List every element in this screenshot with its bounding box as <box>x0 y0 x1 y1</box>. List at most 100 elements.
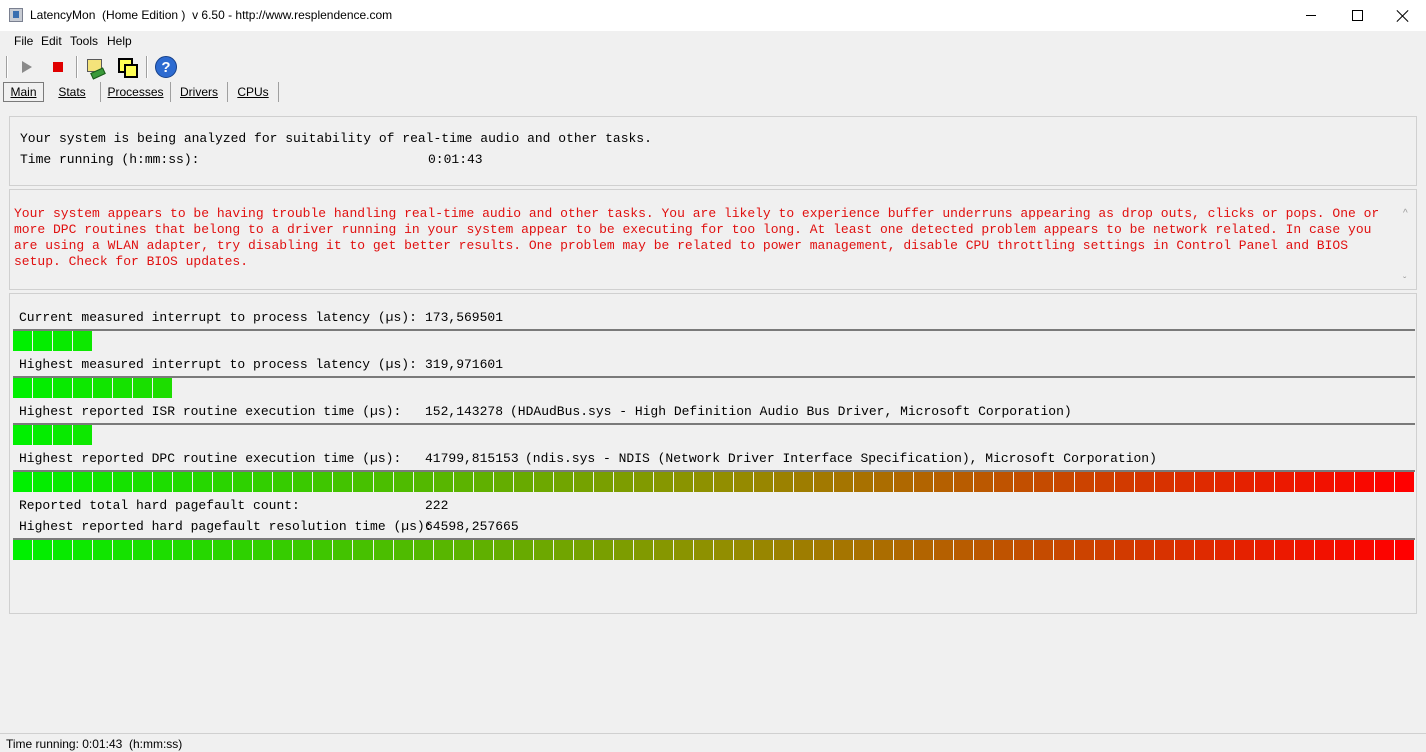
meter-segment <box>1215 540 1234 560</box>
tab-drivers[interactable]: Drivers <box>171 82 228 102</box>
meter-segment <box>1275 540 1294 560</box>
meter-segment <box>494 472 513 492</box>
meter-segment <box>93 378 112 398</box>
stop-button[interactable] <box>45 54 71 80</box>
meter-segment <box>894 540 913 560</box>
meter-segment <box>53 331 72 351</box>
status-bar-text: Time running: 0:01:43 (h:mm:ss) <box>6 737 183 751</box>
meter-segment <box>1054 472 1074 492</box>
metric-detail: (HDAudBus.sys - High Definition Audio Bu… <box>510 404 1072 419</box>
metric-label: Highest reported ISR routine execution t… <box>19 404 402 419</box>
menu-help[interactable]: Help <box>107 34 132 48</box>
meter-segment <box>1175 472 1194 492</box>
meter-segment <box>674 472 693 492</box>
time-running-label: Time running (h:mm:ss): <box>20 152 200 167</box>
meter-segment <box>1255 472 1274 492</box>
toolbar-separator <box>76 56 78 78</box>
meter-segment <box>73 331 92 351</box>
analyzing-message: Your system is being analyzed for suitab… <box>20 131 652 146</box>
menu-tools[interactable]: Tools <box>70 34 98 48</box>
toolbar-separator <box>146 56 148 78</box>
pagefault-count-value: 222 <box>425 498 449 513</box>
tab-cpus[interactable]: CPUs <box>228 82 279 102</box>
scroll-up-arrow[interactable]: ^ <box>1403 208 1413 219</box>
meter-segment <box>1014 472 1033 492</box>
maximize-button[interactable] <box>1334 0 1380 31</box>
meter-segment <box>13 331 32 351</box>
meter-segment <box>133 472 152 492</box>
meter-segment <box>634 540 653 560</box>
meter-segment <box>834 540 853 560</box>
meter-segment <box>554 540 573 560</box>
meter-graphic <box>13 425 92 445</box>
meter-segment <box>774 472 793 492</box>
tab-main[interactable]: Main <box>3 82 44 102</box>
meter-segment <box>193 472 212 492</box>
meter-segment <box>13 540 32 560</box>
metric-label: Current measured interrupt to process la… <box>19 310 417 325</box>
close-button[interactable] <box>1380 0 1426 31</box>
warning-message: Your system appears to be having trouble… <box>14 206 1380 269</box>
warning-panel[interactable]: Your system appears to be having trouble… <box>9 189 1417 290</box>
meter-segment <box>574 472 593 492</box>
latency-meter <box>13 329 1415 351</box>
pagefault-time-value: 64598,257665 <box>425 519 519 534</box>
meter-segment <box>594 540 613 560</box>
meter-segment <box>674 540 693 560</box>
meter-segment <box>1355 540 1374 560</box>
metric-value: 152,143278 <box>425 404 504 419</box>
meter-segment <box>514 540 533 560</box>
meter-segment <box>13 378 32 398</box>
meter-segment <box>133 378 152 398</box>
meter-segment <box>1295 540 1314 560</box>
meter-graphic <box>13 378 172 398</box>
meter-segment <box>994 472 1013 492</box>
scroll-down-arrow[interactable]: ˇ <box>1403 276 1413 287</box>
meter-segment <box>614 540 633 560</box>
meter-segment <box>93 540 112 560</box>
meter-segment <box>113 378 132 398</box>
meter-segment <box>1115 472 1134 492</box>
menu-file[interactable]: File <box>14 34 33 48</box>
meter-segment <box>333 472 352 492</box>
menu-bar: File Edit Tools Help <box>0 31 1426 51</box>
latency-meter <box>13 470 1415 492</box>
minimize-button[interactable] <box>1288 0 1334 31</box>
meter-segment <box>273 540 292 560</box>
meter-segment <box>1195 540 1214 560</box>
tab-strip: Main Stats Processes Drivers CPUs <box>0 82 1426 102</box>
meter-segment <box>1034 472 1053 492</box>
meter-segment <box>193 540 212 560</box>
meter-segment <box>694 472 713 492</box>
meter-segment <box>814 540 833 560</box>
latency-meter <box>13 376 1415 398</box>
windows-button[interactable] <box>114 54 140 80</box>
meter-segment <box>253 472 272 492</box>
menu-edit[interactable]: Edit <box>41 34 62 48</box>
metric-label: Highest reported DPC routine execution t… <box>19 451 402 466</box>
meter-segment <box>454 540 473 560</box>
latencymon-app-icon[interactable] <box>9 8 23 22</box>
meter-segment <box>994 540 1013 560</box>
meter-segment <box>213 472 232 492</box>
tab-processes[interactable]: Processes <box>101 82 171 102</box>
window-title: LatencyMon (Home Edition ) v 6.50 - http… <box>30 8 393 22</box>
meter-segment <box>1335 540 1354 560</box>
meter-segment <box>854 472 873 492</box>
help-button[interactable]: ? <box>153 54 179 80</box>
cpu-button[interactable] <box>82 54 108 80</box>
windows-icon <box>117 57 138 78</box>
meter-segment <box>33 425 52 445</box>
status-bar: Time running: 0:01:43 (h:mm:ss) <box>0 733 1426 752</box>
tab-stats[interactable]: Stats <box>44 82 101 102</box>
meter-segment <box>1095 540 1114 560</box>
meter-graphic <box>13 331 92 351</box>
meter-segment <box>794 472 813 492</box>
meter-segment <box>594 472 613 492</box>
start-button[interactable] <box>14 54 40 80</box>
meter-segment <box>754 540 773 560</box>
meter-segment <box>814 472 833 492</box>
meter-segment <box>153 540 172 560</box>
meter-segment <box>1014 540 1033 560</box>
meter-segment <box>574 540 593 560</box>
